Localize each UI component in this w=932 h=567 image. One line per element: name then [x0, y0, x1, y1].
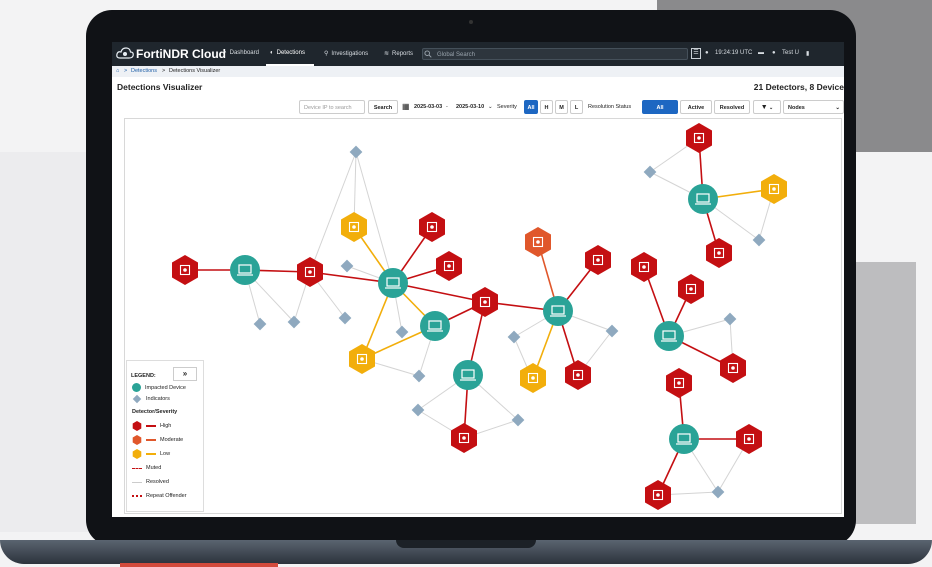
legend-high: High [132, 421, 171, 431]
high-detector-node[interactable] [631, 252, 657, 282]
legend-impacted-label: Impacted Device [145, 384, 186, 391]
high-detector-node[interactable] [706, 238, 732, 268]
indicator-node[interactable] [411, 403, 425, 417]
device-node[interactable] [420, 311, 450, 341]
indicator-node[interactable] [723, 312, 737, 326]
high-hexagon-icon [132, 421, 142, 431]
indicator-node[interactable] [253, 317, 267, 331]
high-detector-node[interactable] [565, 360, 591, 390]
high-detector-node[interactable] [686, 123, 712, 153]
legend-expand-button[interactable]: » [173, 367, 197, 381]
laptop-notch [396, 540, 536, 548]
low-line-icon [146, 453, 156, 455]
indicator-node[interactable] [752, 233, 766, 247]
high-detector-node[interactable] [436, 251, 462, 281]
legend-low-label: Low [160, 451, 171, 457]
detections-graph[interactable] [112, 42, 844, 517]
legend-moderate: Moderate [132, 435, 183, 445]
legend-indicators: Indicators [132, 394, 170, 404]
legend-section: Detector/Severity [132, 409, 178, 415]
device-node[interactable] [543, 296, 573, 326]
background-block-right [846, 262, 916, 524]
indicator-node[interactable] [349, 145, 363, 159]
low-detector-node[interactable] [341, 212, 367, 242]
high-detector-node[interactable] [172, 255, 198, 285]
low-hexagon-icon [132, 449, 142, 459]
indicator-node[interactable] [412, 369, 426, 383]
device-node[interactable] [688, 184, 718, 214]
device-node[interactable] [654, 321, 684, 351]
legend-resolved-label: Resolved [146, 479, 169, 485]
legend-impacted-device: Impacted Device [132, 383, 186, 392]
high-detector-node[interactable] [666, 368, 692, 398]
decor-strip [120, 563, 278, 567]
legend-muted-label: Muted [146, 465, 162, 471]
high-detector-node[interactable] [678, 274, 704, 304]
high-detector-node[interactable] [472, 287, 498, 317]
high-detector-node[interactable] [645, 480, 671, 510]
indicator-node[interactable] [395, 325, 409, 339]
legend-indicators-label: Indicators [146, 396, 170, 402]
legend-moderate-label: Moderate [160, 437, 184, 443]
legend-panel: LEGEND: » Impacted Device Indicators Det… [126, 360, 204, 512]
indicator-node[interactable] [605, 324, 619, 338]
high-detector-node[interactable] [419, 212, 445, 242]
legend-low: Low [132, 449, 170, 459]
moderate-hexagon-icon [132, 435, 142, 445]
device-circle-icon [132, 383, 141, 392]
device-node[interactable] [669, 424, 699, 454]
edge-i1-h2 [309, 151, 357, 273]
legend-muted: Muted [132, 465, 161, 471]
moderate-detector-node[interactable] [525, 227, 551, 257]
repeat-line-icon [132, 495, 142, 497]
app-screen: FortiNDR Cloud ◔ Dashboard ◐ Detections … [112, 42, 844, 517]
high-detector-node[interactable] [297, 257, 323, 287]
high-detector-node[interactable] [451, 423, 477, 453]
resolved-line-icon [132, 481, 142, 483]
legend-repeat: Repeat Offender [132, 493, 187, 499]
indicator-diamond-icon [132, 394, 142, 404]
legend-title: LEGEND: [131, 373, 156, 379]
low-detector-node[interactable] [761, 174, 787, 204]
high-detector-node[interactable] [720, 353, 746, 383]
device-node[interactable] [230, 255, 260, 285]
indicator-node[interactable] [643, 165, 657, 179]
device-node[interactable] [453, 360, 483, 390]
low-detector-node[interactable] [520, 363, 546, 393]
legend-resolved: Resolved [132, 479, 169, 485]
graph-nodes [172, 123, 787, 510]
camera [469, 20, 473, 24]
low-detector-node[interactable] [349, 344, 375, 374]
indicator-node[interactable] [338, 311, 352, 325]
indicator-node[interactable] [340, 259, 354, 273]
high-detector-node[interactable] [736, 424, 762, 454]
legend-high-label: High [160, 423, 172, 429]
legend-repeat-label: Repeat Offender [146, 493, 187, 499]
moderate-line-icon [146, 439, 156, 441]
indicator-node[interactable] [507, 330, 521, 344]
device-node[interactable] [378, 268, 408, 298]
muted-line-icon [132, 467, 142, 469]
high-line-icon [146, 425, 156, 427]
indicator-node[interactable] [711, 485, 725, 499]
